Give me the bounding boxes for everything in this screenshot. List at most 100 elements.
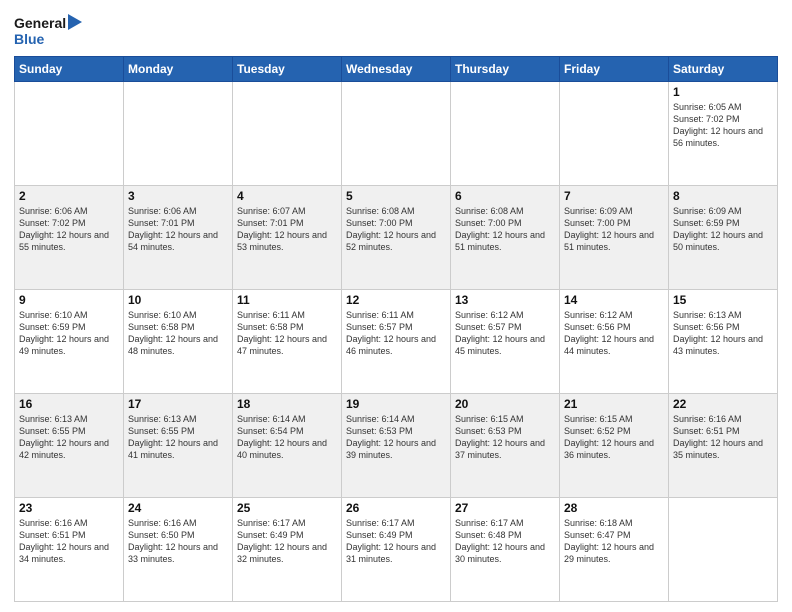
cell-info: Sunrise: 6:10 AM Sunset: 6:59 PM Dayligh… — [19, 309, 119, 358]
day-number: 17 — [128, 397, 228, 411]
day-number: 13 — [455, 293, 555, 307]
calendar-cell: 27 Sunrise: 6:17 AM Sunset: 6:48 PM Dayli… — [451, 498, 560, 602]
cell-info: Sunrise: 6:17 AM Sunset: 6:48 PM Dayligh… — [455, 517, 555, 566]
calendar-cell: 26 Sunrise: 6:17 AM Sunset: 6:49 PM Dayli… — [342, 498, 451, 602]
cell-info: Sunrise: 6:16 AM Sunset: 6:51 PM Dayligh… — [673, 413, 773, 462]
cell-info: Sunrise: 6:05 AM Sunset: 7:02 PM Dayligh… — [673, 101, 773, 150]
cell-info: Sunrise: 6:15 AM Sunset: 6:53 PM Dayligh… — [455, 413, 555, 462]
calendar-cell: 21 Sunrise: 6:15 AM Sunset: 6:52 PM Dayli… — [560, 394, 669, 498]
day-number: 25 — [237, 501, 337, 515]
day-header-thursday: Thursday — [451, 57, 560, 82]
logo: GeneralBlue — [14, 10, 84, 50]
cell-info: Sunrise: 6:07 AM Sunset: 7:01 PM Dayligh… — [237, 205, 337, 254]
cell-info: Sunrise: 6:09 AM Sunset: 6:59 PM Dayligh… — [673, 205, 773, 254]
calendar-cell: 18 Sunrise: 6:14 AM Sunset: 6:54 PM Dayli… — [233, 394, 342, 498]
calendar-cell — [233, 82, 342, 186]
cell-info: Sunrise: 6:16 AM Sunset: 6:51 PM Dayligh… — [19, 517, 119, 566]
cell-info: Sunrise: 6:18 AM Sunset: 6:47 PM Dayligh… — [564, 517, 664, 566]
day-number: 7 — [564, 189, 664, 203]
day-number: 24 — [128, 501, 228, 515]
day-number: 8 — [673, 189, 773, 203]
cell-info: Sunrise: 6:08 AM Sunset: 7:00 PM Dayligh… — [346, 205, 446, 254]
cell-info: Sunrise: 6:13 AM Sunset: 6:55 PM Dayligh… — [19, 413, 119, 462]
day-number: 15 — [673, 293, 773, 307]
cell-info: Sunrise: 6:13 AM Sunset: 6:55 PM Dayligh… — [128, 413, 228, 462]
cell-info: Sunrise: 6:15 AM Sunset: 6:52 PM Dayligh… — [564, 413, 664, 462]
cell-info: Sunrise: 6:06 AM Sunset: 7:01 PM Dayligh… — [128, 205, 228, 254]
calendar-cell: 10 Sunrise: 6:10 AM Sunset: 6:58 PM Dayli… — [124, 290, 233, 394]
day-number: 28 — [564, 501, 664, 515]
calendar-cell: 28 Sunrise: 6:18 AM Sunset: 6:47 PM Dayli… — [560, 498, 669, 602]
cell-info: Sunrise: 6:12 AM Sunset: 6:56 PM Dayligh… — [564, 309, 664, 358]
cell-info: Sunrise: 6:09 AM Sunset: 7:00 PM Dayligh… — [564, 205, 664, 254]
calendar-cell: 13 Sunrise: 6:12 AM Sunset: 6:57 PM Dayli… — [451, 290, 560, 394]
cell-info: Sunrise: 6:10 AM Sunset: 6:58 PM Dayligh… — [128, 309, 228, 358]
day-number: 14 — [564, 293, 664, 307]
svg-text:Blue: Blue — [14, 31, 45, 47]
calendar-cell — [342, 82, 451, 186]
calendar-cell — [560, 82, 669, 186]
calendar-cell — [451, 82, 560, 186]
day-number: 4 — [237, 189, 337, 203]
calendar-cell: 23 Sunrise: 6:16 AM Sunset: 6:51 PM Dayli… — [15, 498, 124, 602]
day-number: 11 — [237, 293, 337, 307]
header: GeneralBlue — [14, 10, 778, 50]
day-number: 21 — [564, 397, 664, 411]
calendar-cell: 9Sunrise: 6:10 AM Sunset: 6:59 PM Daylig… — [15, 290, 124, 394]
day-number: 22 — [673, 397, 773, 411]
calendar-cell: 15 Sunrise: 6:13 AM Sunset: 6:56 PM Dayli… — [669, 290, 778, 394]
day-number: 18 — [237, 397, 337, 411]
calendar-cell: 2Sunrise: 6:06 AM Sunset: 7:02 PM Daylig… — [15, 186, 124, 290]
calendar-cell — [669, 498, 778, 602]
cell-info: Sunrise: 6:11 AM Sunset: 6:57 PM Dayligh… — [346, 309, 446, 358]
calendar-cell: 22 Sunrise: 6:16 AM Sunset: 6:51 PM Dayli… — [669, 394, 778, 498]
day-header-friday: Friday — [560, 57, 669, 82]
day-number: 2 — [19, 189, 119, 203]
cell-info: Sunrise: 6:17 AM Sunset: 6:49 PM Dayligh… — [346, 517, 446, 566]
day-number: 23 — [19, 501, 119, 515]
calendar-cell: 25 Sunrise: 6:17 AM Sunset: 6:49 PM Dayli… — [233, 498, 342, 602]
cell-info: Sunrise: 6:14 AM Sunset: 6:54 PM Dayligh… — [237, 413, 337, 462]
calendar-cell: 14 Sunrise: 6:12 AM Sunset: 6:56 PM Dayli… — [560, 290, 669, 394]
calendar-cell: 20 Sunrise: 6:15 AM Sunset: 6:53 PM Dayli… — [451, 394, 560, 498]
cell-info: Sunrise: 6:12 AM Sunset: 6:57 PM Dayligh… — [455, 309, 555, 358]
svg-text:General: General — [14, 15, 66, 31]
day-header-wednesday: Wednesday — [342, 57, 451, 82]
calendar-cell: 17 Sunrise: 6:13 AM Sunset: 6:55 PM Dayli… — [124, 394, 233, 498]
day-number: 20 — [455, 397, 555, 411]
calendar-week-row: 16Sunrise: 6:13 AM Sunset: 6:55 PM Dayli… — [15, 394, 778, 498]
day-number: 5 — [346, 189, 446, 203]
day-header-tuesday: Tuesday — [233, 57, 342, 82]
day-header-sunday: Sunday — [15, 57, 124, 82]
logo-svg: GeneralBlue — [14, 10, 84, 50]
day-header-monday: Monday — [124, 57, 233, 82]
cell-info: Sunrise: 6:13 AM Sunset: 6:56 PM Dayligh… — [673, 309, 773, 358]
day-number: 3 — [128, 189, 228, 203]
calendar-cell: 24 Sunrise: 6:16 AM Sunset: 6:50 PM Dayli… — [124, 498, 233, 602]
cell-info: Sunrise: 6:14 AM Sunset: 6:53 PM Dayligh… — [346, 413, 446, 462]
calendar-cell: 12 Sunrise: 6:11 AM Sunset: 6:57 PM Dayli… — [342, 290, 451, 394]
cell-info: Sunrise: 6:08 AM Sunset: 7:00 PM Dayligh… — [455, 205, 555, 254]
calendar-table: SundayMondayTuesdayWednesdayThursdayFrid… — [14, 56, 778, 602]
day-number: 26 — [346, 501, 446, 515]
day-number: 19 — [346, 397, 446, 411]
calendar-cell: 4 Sunrise: 6:07 AM Sunset: 7:01 PM Daylig… — [233, 186, 342, 290]
calendar-cell: 8 Sunrise: 6:09 AM Sunset: 6:59 PM Daylig… — [669, 186, 778, 290]
calendar-cell: 5 Sunrise: 6:08 AM Sunset: 7:00 PM Daylig… — [342, 186, 451, 290]
calendar-cell: 1 Sunrise: 6:05 AM Sunset: 7:02 PM Daylig… — [669, 82, 778, 186]
cell-info: Sunrise: 6:17 AM Sunset: 6:49 PM Dayligh… — [237, 517, 337, 566]
calendar-cell — [15, 82, 124, 186]
calendar-cell: 11 Sunrise: 6:11 AM Sunset: 6:58 PM Dayli… — [233, 290, 342, 394]
day-number: 1 — [673, 85, 773, 99]
cell-info: Sunrise: 6:16 AM Sunset: 6:50 PM Dayligh… — [128, 517, 228, 566]
calendar-cell: 3 Sunrise: 6:06 AM Sunset: 7:01 PM Daylig… — [124, 186, 233, 290]
day-number: 12 — [346, 293, 446, 307]
calendar-week-row: 2Sunrise: 6:06 AM Sunset: 7:02 PM Daylig… — [15, 186, 778, 290]
day-number: 6 — [455, 189, 555, 203]
day-number: 10 — [128, 293, 228, 307]
calendar-cell: 16Sunrise: 6:13 AM Sunset: 6:55 PM Dayli… — [15, 394, 124, 498]
calendar-cell: 6 Sunrise: 6:08 AM Sunset: 7:00 PM Daylig… — [451, 186, 560, 290]
day-number: 27 — [455, 501, 555, 515]
calendar-cell — [124, 82, 233, 186]
cell-info: Sunrise: 6:11 AM Sunset: 6:58 PM Dayligh… — [237, 309, 337, 358]
